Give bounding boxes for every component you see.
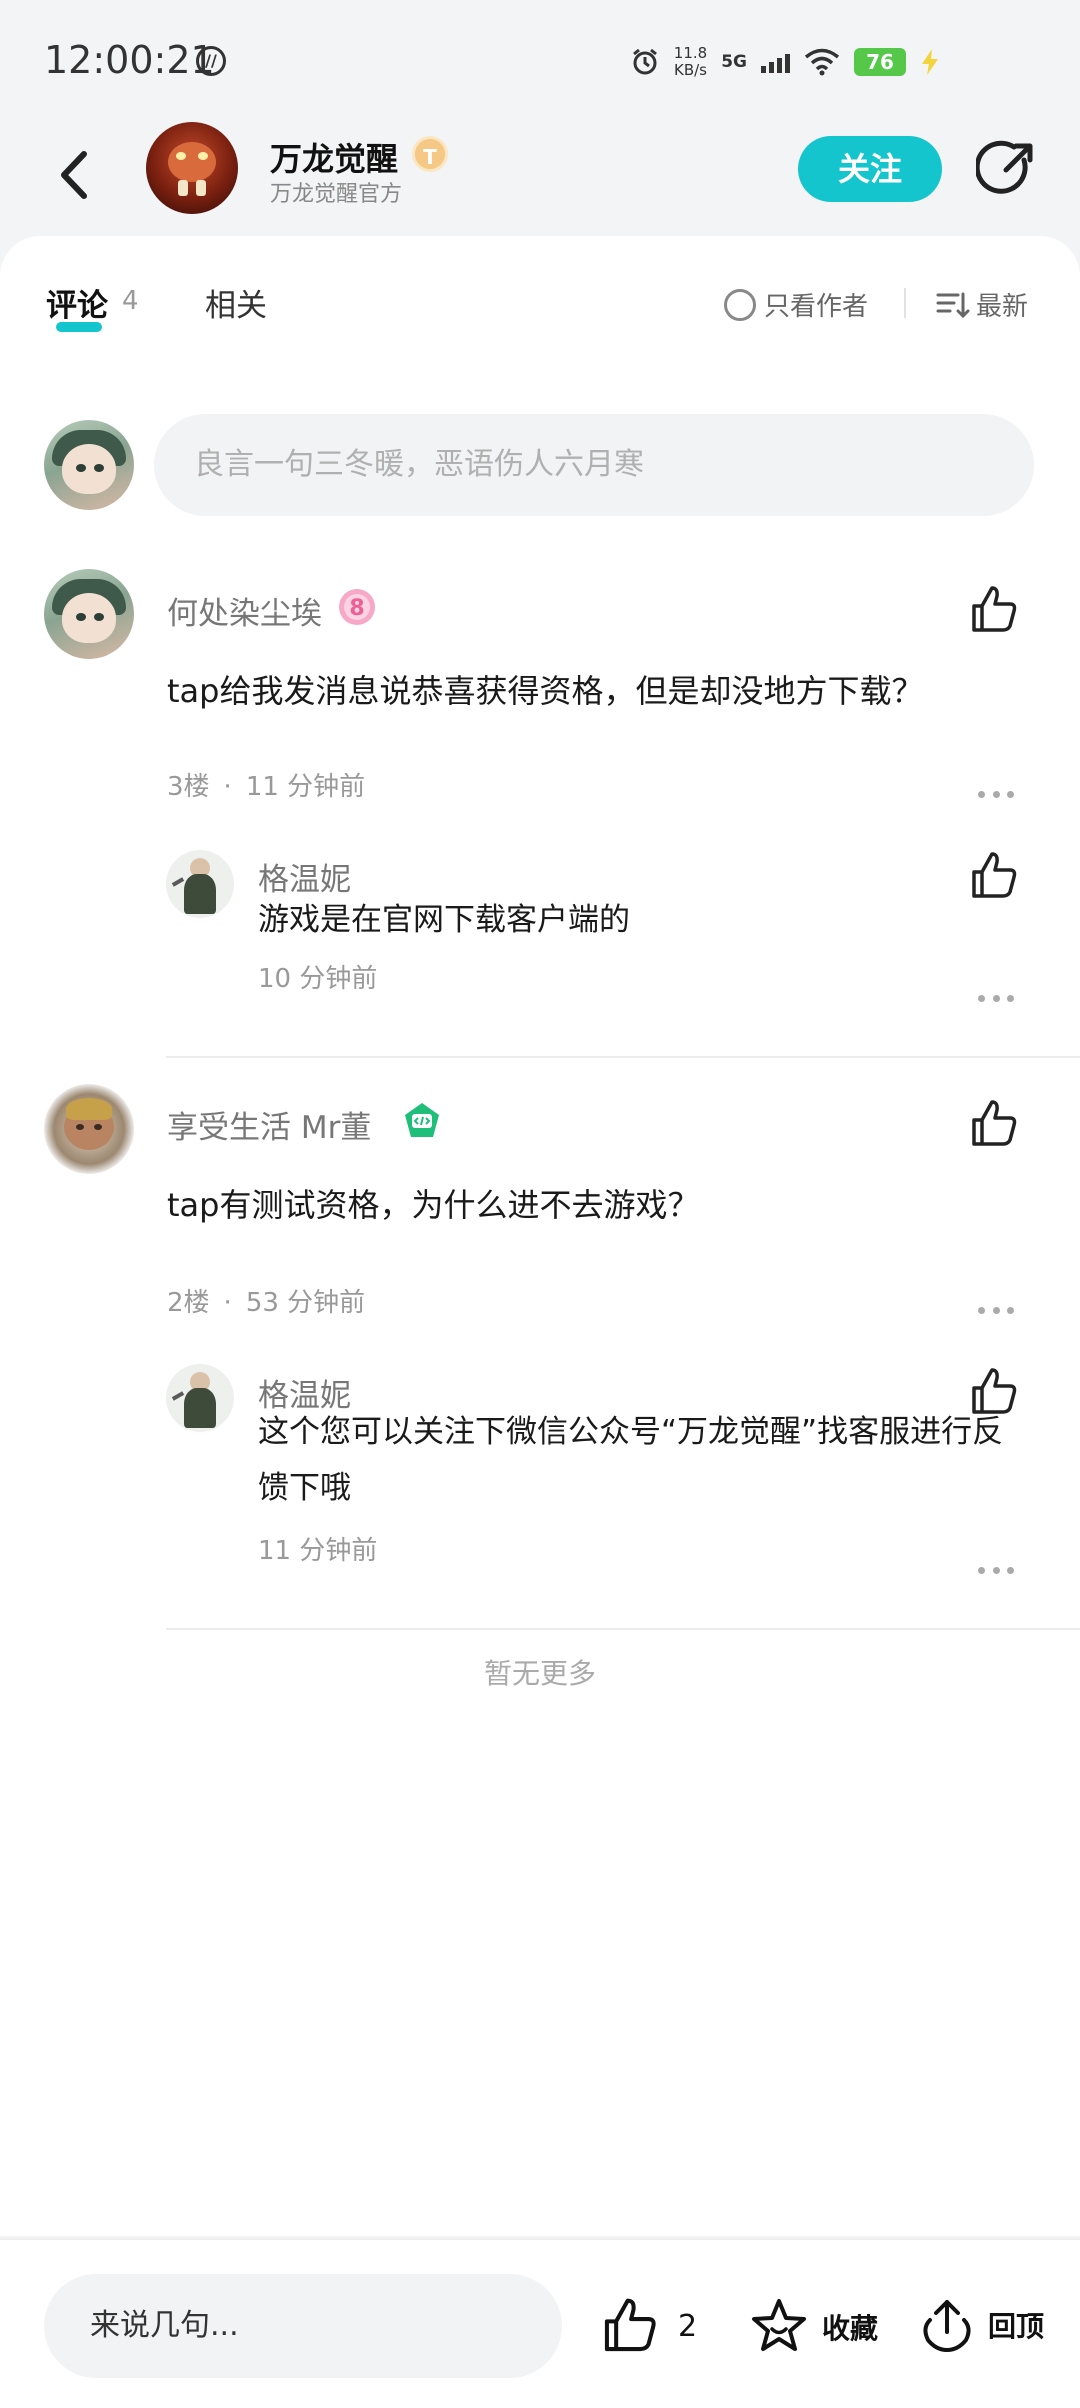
upload-arrow-icon [923,2300,971,2353]
my-avatar[interactable] [44,420,134,510]
game-subtitle: 万龙觉醒官方 [270,182,403,207]
separator [166,1628,1080,1630]
back-to-top-label: 回顶 [988,2310,1045,2343]
level-number: 8 [349,596,364,621]
reply-avatar[interactable] [166,1364,234,1432]
verified-badge-icon: T [412,136,448,172]
bottom-action-bar: 来说几句... 2 收藏 回顶 [0,2238,1080,2408]
comment-text: tap给我发消息说恭喜获得资格，但是却没地方下载？ [167,672,924,710]
back-arrow-icon[interactable] [52,140,100,210]
like-icon[interactable] [968,1098,1020,1150]
network-type: 5G [721,52,747,72]
more-options-icon[interactable] [978,992,1014,1004]
floor-label: 3楼 [167,772,210,802]
comment-time: 53 分钟前 [245,1288,366,1318]
net-speed-value: 11.8 [673,44,708,62]
reply-input[interactable]: 来说几句... [44,2274,562,2378]
only-author-label: 只看作者 [764,292,869,322]
wifi-icon [804,48,840,76]
sort-button[interactable]: 最新 [936,286,1028,323]
reply-text: 这个您可以关注下微信公众号“万龙觉醒”找客服进行反馈下哦 [258,1414,1004,1506]
like-count: 2 [678,2308,698,2344]
tab-comments[interactable]: 评论 [46,280,108,325]
share-icon[interactable] [976,138,1038,200]
network-label: 5G [721,52,747,72]
status-bar: 12:00:21 // 11.8 KB/s 5G 76 [0,0,1080,120]
battery-icon: 76 [854,48,906,76]
comments-card: 评论 4 相关 只看作者 最新 良言一句三冬暖，恶语伤人六月寒 何处染尘埃 8 … [0,236,1080,2236]
more-options-icon[interactable] [978,1564,1014,1576]
divider [904,288,906,318]
active-tab-indicator [56,322,102,332]
reply-time: 11 分钟前 [258,1536,378,1566]
comment-meta: 3楼 · 11 分钟前 [167,772,366,802]
comment-username[interactable]: 何处染尘埃 [167,588,322,633]
separator [166,1056,1080,1058]
reply-time: 10 分钟前 [258,964,378,994]
more-options-icon[interactable] [978,788,1014,800]
comment-input[interactable]: 良言一句三冬暖，恶语伤人六月寒 [154,414,1034,516]
reply-text: 游戏是在官网下载客户端的 [258,902,630,938]
user-avatar[interactable] [44,569,134,659]
follow-button[interactable]: 关注 [798,136,942,202]
sort-label: 最新 [976,292,1029,322]
battery-level: 76 [866,50,894,74]
game-avatar[interactable] [146,122,238,214]
reply-avatar[interactable] [166,850,234,918]
comments-count: 4 [122,286,139,316]
sort-list-icon [936,292,970,318]
data-saver-icon: // [196,46,226,76]
net-speed: 11.8 KB/s [674,45,707,79]
signal-icon [761,51,790,73]
only-author-toggle[interactable]: 只看作者 [724,286,868,323]
charging-icon [922,49,938,75]
favorite-button[interactable]: 收藏 [748,2296,878,2358]
net-speed-unit: KB/s [674,61,707,79]
more-options-icon[interactable] [978,1304,1014,1316]
comment-username[interactable]: 享受生活 Mr董 [167,1102,371,1147]
tab-bar: 评论 4 相关 只看作者 最新 [0,236,1080,336]
like-button[interactable]: 2 [600,2296,697,2356]
developer-badge-icon [405,1103,439,1137]
status-time: 12:00:21 [44,38,215,82]
game-name[interactable]: 万龙觉醒 [270,134,398,180]
favorite-label: 收藏 [822,2312,879,2345]
comment-time: 11 分钟前 [245,772,366,802]
tab-related[interactable]: 相关 [205,280,267,325]
comment-meta: 2楼 · 53 分钟前 [167,1288,366,1318]
level-badge-icon: 8 [339,589,375,625]
back-to-top-button[interactable]: 回顶 [918,2296,1044,2354]
checkbox-circle-icon [724,288,756,321]
thumbs-up-icon [604,2298,656,2352]
app-header: 万龙觉醒 T 万龙觉醒官方 关注 [0,120,1080,238]
no-more-label: 暂无更多 [483,1657,596,1690]
like-icon[interactable] [968,584,1020,636]
user-avatar[interactable] [44,1084,134,1174]
alarm-icon [632,48,657,75]
floor-label: 2楼 [167,1288,210,1318]
star-icon [752,2299,806,2351]
status-icons: 11.8 KB/s 5G 76 [630,42,940,82]
comment-text: tap有测试资格，为什么进不去游戏？ [167,1186,700,1224]
